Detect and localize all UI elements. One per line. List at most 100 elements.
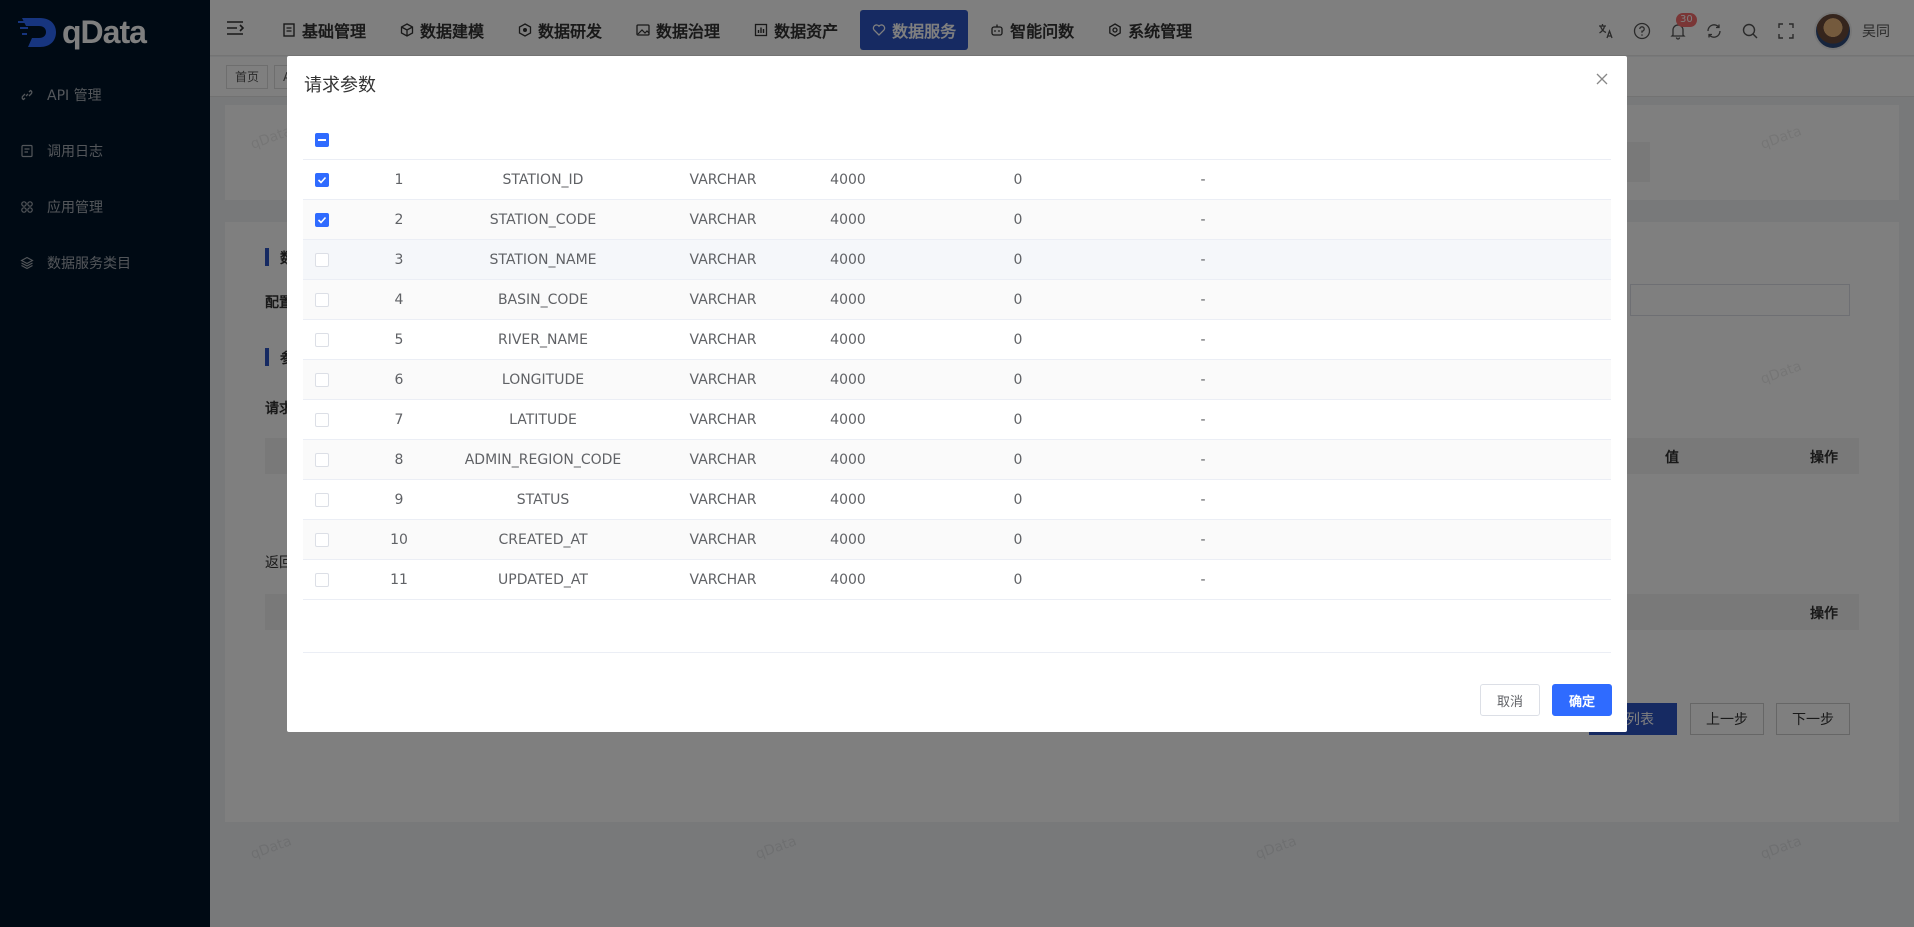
row-checkbox[interactable] [315, 333, 329, 347]
table-row[interactable]: 10 CREATED_AT VARCHAR 4000 0- [303, 520, 1611, 560]
check-icon [317, 176, 327, 184]
column-scale: 0 [1013, 332, 1023, 348]
column-length: 4000 [830, 172, 866, 188]
row-checkbox[interactable] [315, 453, 329, 467]
row-number: 7 [394, 412, 404, 428]
table-row[interactable]: 6 LONGITUDE VARCHAR 4000 0- [303, 360, 1611, 400]
cancel-button[interactable]: 取消 [1480, 684, 1540, 716]
column-length: 4000 [830, 492, 866, 508]
column-name: STATION_NAME [489, 252, 597, 268]
column-name: LONGITUDE [501, 372, 585, 388]
close-icon[interactable] [1595, 72, 1609, 86]
row-number: 5 [394, 332, 404, 348]
column-scale: 0 [1013, 252, 1023, 268]
row-checkbox[interactable] [315, 373, 329, 387]
column-name: BASIN_CODE [497, 292, 589, 308]
row-checkbox[interactable] [315, 493, 329, 507]
row-checkbox[interactable] [315, 293, 329, 307]
row-checkbox[interactable] [315, 253, 329, 267]
row-number: 8 [394, 452, 404, 468]
select-all-cell [303, 120, 341, 160]
column-length: 4000 [830, 332, 866, 348]
row-check-cell [303, 480, 341, 520]
request-params-dialog: 请求参数 1 STATION_ID VARCHAR 4000 0-2 STATION_CO… [287, 56, 1627, 732]
table-row[interactable]: 7 LATITUDE VARCHAR 4000 0- [303, 400, 1611, 440]
column-scale: 0 [1013, 452, 1023, 468]
row-check-cell [303, 520, 341, 560]
row-check-cell [303, 200, 341, 240]
table-bottom-border [303, 652, 1611, 653]
dialog-title: 请求参数 [304, 75, 376, 96]
row-check-cell [303, 320, 341, 360]
row-check-cell [303, 440, 341, 480]
column-name: UPDATED_AT [498, 572, 588, 588]
column-name: STATION_ID [502, 172, 584, 188]
column-remark: - [1200, 452, 1206, 468]
column-remark: - [1200, 332, 1206, 348]
column-scale: 0 [1013, 572, 1023, 588]
column-name: CREATED_AT [498, 532, 588, 548]
column-scale: 0 [1013, 412, 1023, 428]
column-remark: - [1200, 492, 1206, 508]
column-name: RIVER_NAME [498, 332, 588, 348]
table-header [303, 120, 1611, 160]
row-checkbox[interactable] [315, 573, 329, 587]
column-scale: 0 [1013, 212, 1023, 228]
row-checkbox[interactable] [315, 533, 329, 547]
table-row[interactable]: 3 STATION_NAME VARCHAR 4000 0- [303, 240, 1611, 280]
column-scale: 0 [1013, 492, 1023, 508]
column-length: 4000 [830, 412, 866, 428]
column-name: STATION_CODE [489, 212, 597, 228]
table-row[interactable]: 2 STATION_CODE VARCHAR 4000 0- [303, 200, 1611, 240]
column-remark: - [1200, 292, 1206, 308]
params-table: 1 STATION_ID VARCHAR 4000 0-2 STATION_CODE VAR… [303, 120, 1611, 600]
confirm-button[interactable]: 确定 [1552, 684, 1612, 716]
column-remark: - [1200, 252, 1206, 268]
row-number: 10 [390, 532, 408, 548]
row-number: 9 [394, 492, 404, 508]
table-row[interactable]: 5 RIVER_NAME VARCHAR 4000 0- [303, 320, 1611, 360]
column-length: 4000 [830, 212, 866, 228]
row-number: 6 [394, 372, 404, 388]
table-row[interactable]: 11 UPDATED_AT VARCHAR 4000 0- [303, 560, 1611, 600]
column-remark: - [1200, 172, 1206, 188]
column-remark: - [1200, 372, 1206, 388]
column-length: 4000 [830, 452, 866, 468]
table-row[interactable]: 4 BASIN_CODE VARCHAR 4000 0- [303, 280, 1611, 320]
row-check-cell [303, 240, 341, 280]
column-remark: - [1200, 212, 1206, 228]
column-scale: 0 [1013, 172, 1023, 188]
column-scale: 0 [1013, 292, 1023, 308]
table-row[interactable]: 1 STATION_ID VARCHAR 4000 0- [303, 160, 1611, 200]
column-length: 4000 [830, 372, 866, 388]
row-checkbox[interactable] [315, 213, 329, 227]
column-length: 4000 [830, 292, 866, 308]
table-row[interactable]: 9 STATUS VARCHAR 4000 0- [303, 480, 1611, 520]
row-check-cell [303, 160, 341, 200]
column-scale: 0 [1013, 372, 1023, 388]
row-check-cell [303, 400, 341, 440]
row-number: 2 [394, 212, 404, 228]
row-number: 3 [394, 252, 404, 268]
row-check-cell [303, 280, 341, 320]
column-name: STATUS [516, 492, 570, 508]
column-remark: - [1200, 572, 1206, 588]
column-length: 4000 [830, 572, 866, 588]
row-number: 1 [394, 172, 404, 188]
column-name: LATITUDE [509, 412, 577, 428]
column-scale: 0 [1013, 532, 1023, 548]
check-icon [317, 216, 327, 224]
table-body: 1 STATION_ID VARCHAR 4000 0-2 STATION_CODE VAR… [303, 160, 1611, 600]
row-checkbox[interactable] [315, 173, 329, 187]
table-row[interactable]: 8 ADMIN_REGION_CODE VARCHAR 4000 0- [303, 440, 1611, 480]
column-remark: - [1200, 532, 1206, 548]
row-checkbox[interactable] [315, 413, 329, 427]
column-length: 4000 [830, 532, 866, 548]
row-check-cell [303, 360, 341, 400]
row-check-cell [303, 560, 341, 600]
row-number: 4 [394, 292, 404, 308]
row-number: 11 [390, 572, 408, 588]
column-name: ADMIN_REGION_CODE [464, 452, 622, 468]
column-length: 4000 [830, 252, 866, 268]
select-all-checkbox[interactable] [315, 133, 329, 147]
